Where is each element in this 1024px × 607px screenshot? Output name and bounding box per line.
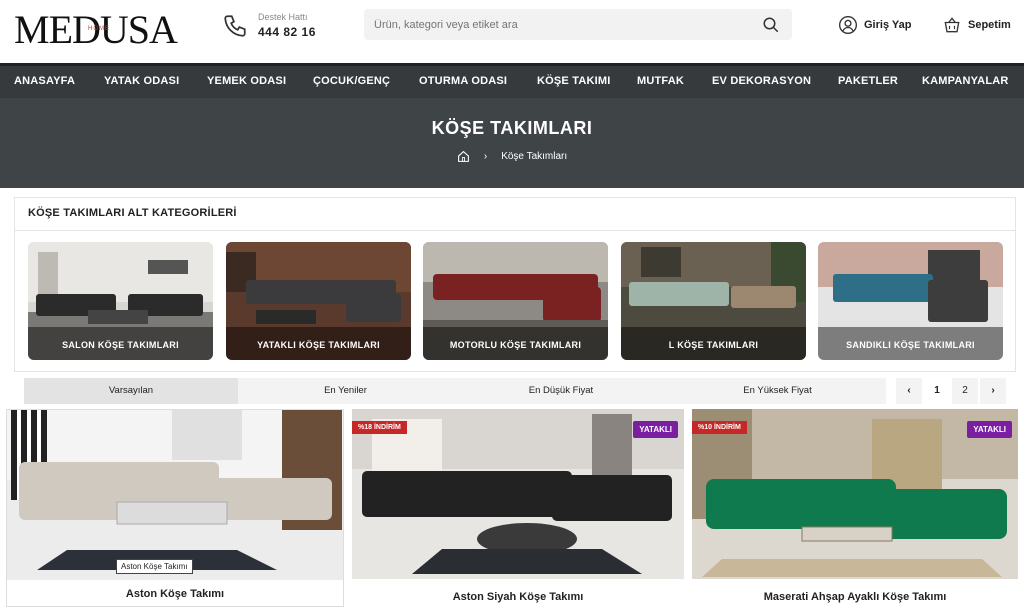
phone-icon (224, 15, 246, 37)
cart-icon (944, 17, 960, 33)
nav-item-paketler[interactable]: PAKETLER (838, 75, 898, 87)
user-icon (839, 16, 857, 34)
product-name[interactable]: Aston Köşe Takımı (7, 588, 343, 600)
subcategory-title: KÖŞE TAKIMLARI ALT KATEGORİLERİ (28, 207, 237, 219)
subcategory-motorlu[interactable]: MOTORLU KÖŞE TAKIMLARI (423, 242, 608, 360)
search-box (364, 9, 792, 40)
product-card[interactable]: %18 İNDİRİM YATAKLI Aston Siyah Köşe Tak… (352, 409, 684, 607)
nav-item-oturma-odasi[interactable]: OTURMA ODASI (419, 75, 507, 87)
category-hero: KÖŞE TAKIMLARI › Köşe Takımları (0, 98, 1024, 188)
pagination-next-button[interactable]: › (980, 378, 1006, 404)
support-label: Destek Hattı (258, 12, 308, 22)
sort-tab-highest-price[interactable]: En Yüksek Fiyat (669, 378, 886, 404)
login-button[interactable]: Giriş Yap (838, 14, 912, 36)
sort-tab-default[interactable]: Varsayılan (24, 378, 238, 404)
search-input[interactable] (374, 15, 754, 34)
nav-item-anasayfa[interactable]: ANASAYFA (14, 75, 75, 87)
pagination-page[interactable]: 2 (952, 378, 978, 404)
subcategory-label: MOTORLU KÖŞE TAKIMLARI (449, 340, 582, 350)
nav-item-yatak-odasi[interactable]: YATAK ODASI (104, 75, 179, 87)
subcategory-panel: KÖŞE TAKIMLARI ALT KATEGORİLERİ SALON KÖ… (14, 197, 1016, 372)
site-header: MEDUSA HOME Destek Hattı 444 82 16 Giriş… (0, 0, 1024, 63)
logo-subtitle: HOME (88, 26, 110, 32)
product-name[interactable]: Maserati Ahşap Ayaklı Köşe Takımı (692, 591, 1018, 603)
nav-item-kampanyalar[interactable]: KAMPANYALAR (922, 75, 1009, 87)
nav-item-kose-takimi[interactable]: KÖŞE TAKIMI (537, 75, 611, 87)
subcategory-yatakli[interactable]: YATAKLI KÖŞE TAKIMLARI (226, 242, 411, 360)
bed-tag-badge: YATAKLI (967, 421, 1012, 438)
sort-bar: Varsayılan En Yeniler En Düşük Fiyat En … (24, 378, 886, 404)
nav-item-cocuk-genc[interactable]: ÇOCUK/GENÇ (313, 75, 390, 87)
subcategory-l-kose[interactable]: L KÖŞE TAKIMLARI (621, 242, 806, 360)
support-line[interactable]: Destek Hattı 444 82 16 (222, 10, 332, 44)
subcategory-label: SALON KÖŞE TAKIMLARI (62, 340, 179, 350)
chevron-left-icon: ‹ (907, 385, 911, 396)
subcategory-label: YATAKLI KÖŞE TAKIMLARI (257, 340, 380, 350)
subcategory-label: SANDIKLI KÖŞE TAKIMLARI (846, 340, 975, 350)
nav-item-mutfak[interactable]: MUTFAK (637, 75, 684, 87)
pagination-page[interactable]: 1 (924, 378, 950, 404)
subcategory-sandikli[interactable]: SANDIKLI KÖŞE TAKIMLARI (818, 242, 1003, 360)
discount-badge: %18 İNDİRİM (352, 421, 407, 434)
home-icon[interactable] (457, 150, 470, 163)
pagination-prev-button[interactable]: ‹ (896, 378, 922, 404)
page-title: KÖŞE TAKIMLARI (431, 118, 593, 138)
subcategory-label: L KÖŞE TAKIMLARI (668, 340, 759, 350)
chevron-right-icon: › (991, 385, 995, 396)
nav-item-ev-dekorasyon[interactable]: EV DEKORASYON (712, 75, 811, 87)
product-tooltip: Aston Köşe Takımı (116, 559, 193, 574)
bed-tag-badge: YATAKLI (633, 421, 678, 438)
breadcrumb: › Köşe Takımları (0, 150, 1024, 163)
login-label: Giriş Yap (864, 19, 912, 31)
product-card[interactable]: Aston Köşe Takımı (6, 409, 344, 607)
sort-tab-newest[interactable]: En Yeniler (238, 378, 453, 404)
product-image (7, 410, 343, 580)
search-icon[interactable] (762, 16, 780, 34)
product-name[interactable]: Aston Siyah Köşe Takımı (352, 591, 684, 603)
sort-tab-lowest-price[interactable]: En Düşük Fiyat (453, 378, 669, 404)
chevron-right-icon: › (483, 151, 488, 162)
product-card[interactable]: %10 İNDİRİM YATAKLI Maserati Ahşap Ayakl… (692, 409, 1018, 607)
cart-button[interactable]: Sepetim (942, 14, 1011, 36)
main-nav: ANASAYFA YATAK ODASI YEMEK ODASI ÇOCUK/G… (0, 63, 1024, 98)
nav-item-yemek-odasi[interactable]: YEMEK ODASI (207, 75, 286, 87)
breadcrumb-current[interactable]: Köşe Takımları (501, 151, 567, 162)
cart-label: Sepetim (968, 19, 1011, 31)
divider (15, 230, 1015, 231)
subcategory-salon[interactable]: SALON KÖŞE TAKIMLARI (28, 242, 213, 360)
discount-badge: %10 İNDİRİM (692, 421, 747, 434)
support-number: 444 82 16 (258, 25, 316, 39)
